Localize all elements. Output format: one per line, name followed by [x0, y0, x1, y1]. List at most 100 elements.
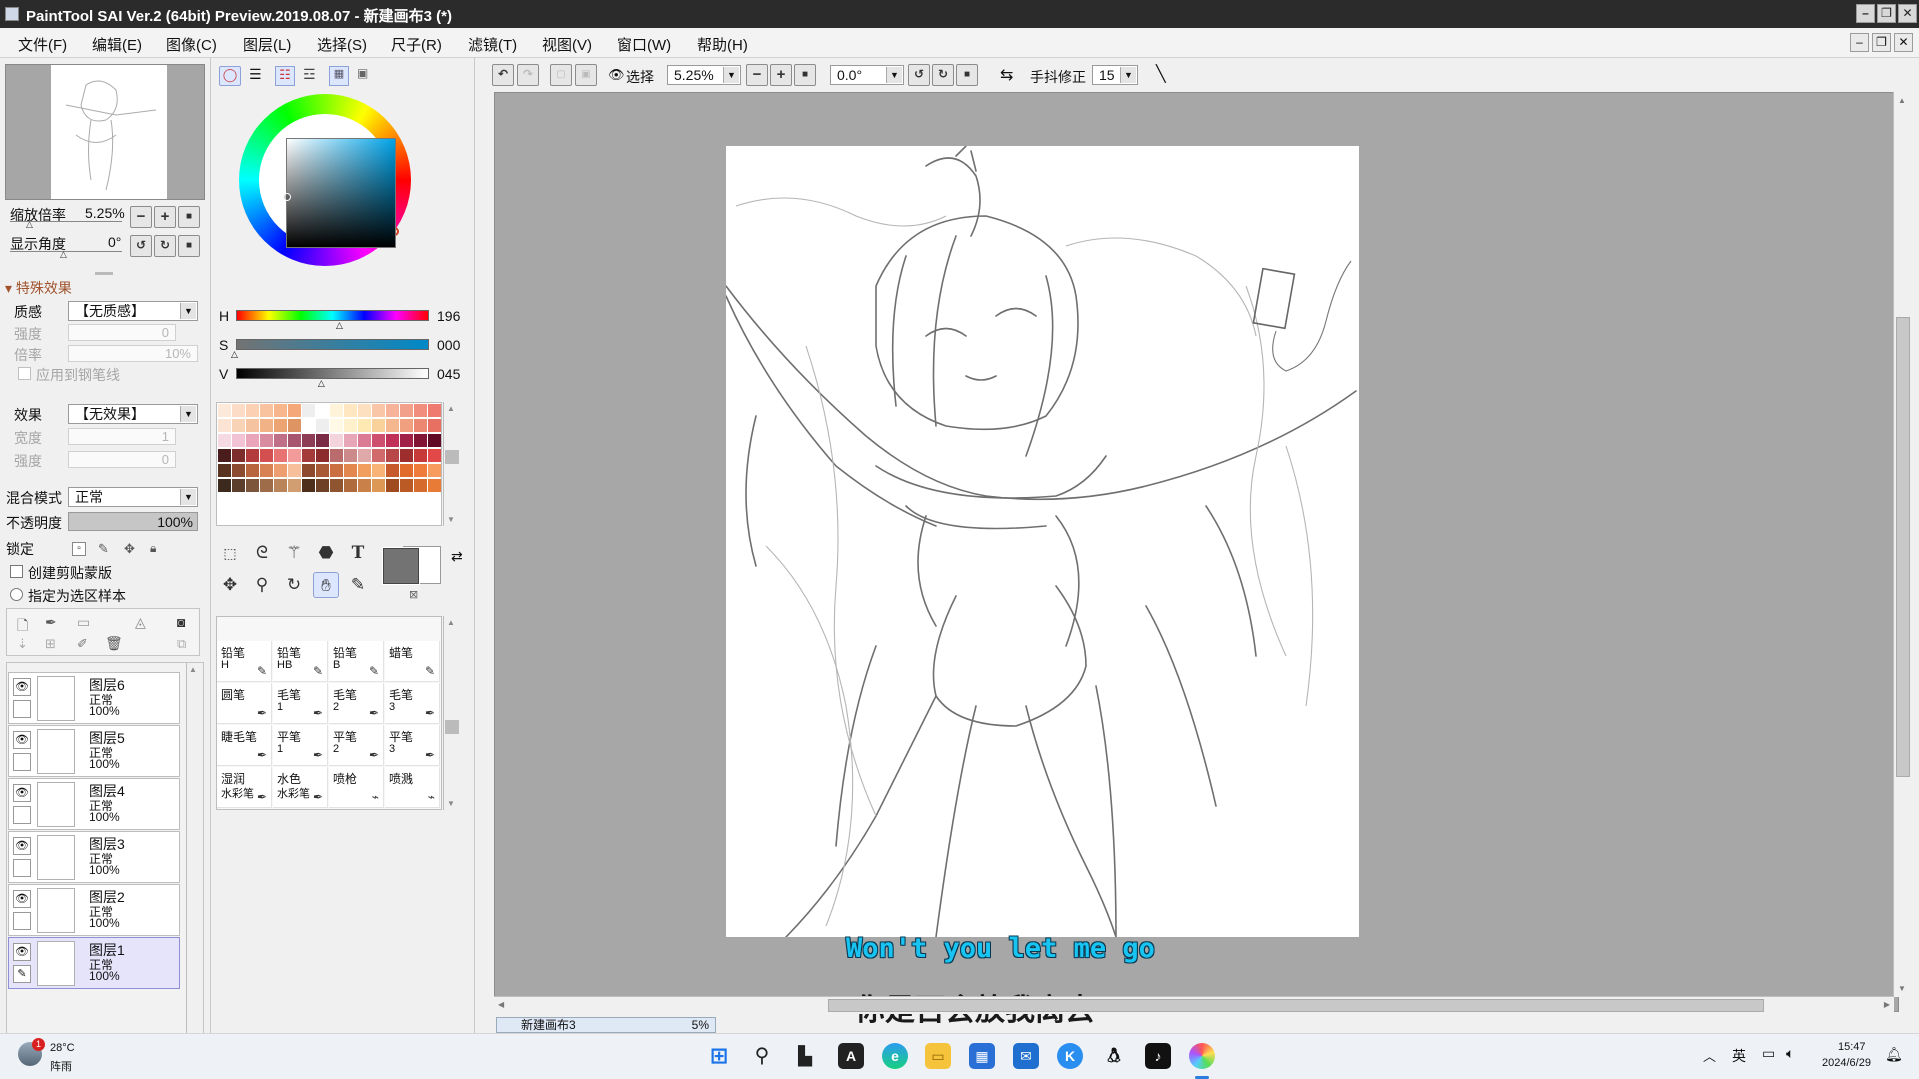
- color-swatch[interactable]: [316, 404, 329, 417]
- zoom-in-button[interactable]: +: [154, 206, 176, 228]
- layer-effect-icon[interactable]: ◬: [135, 614, 146, 631]
- brush-slot[interactable]: 铅笔 HB ✎: [273, 641, 328, 682]
- brush-slot[interactable]: 圆笔 ✒: [217, 683, 272, 724]
- color-swatch[interactable]: [330, 419, 343, 432]
- color-swatch[interactable]: [316, 434, 329, 447]
- text-tool-icon[interactable]: T: [345, 540, 371, 566]
- menu-select[interactable]: 选择(S): [317, 34, 367, 55]
- redo-button[interactable]: ↷: [517, 64, 539, 86]
- toolbar-rotate-right-button[interactable]: ↻: [932, 64, 954, 86]
- color-swatch[interactable]: [232, 404, 245, 417]
- toolbar-zoom-in-button[interactable]: +: [770, 64, 792, 86]
- menu-view[interactable]: 视图(V): [542, 34, 592, 55]
- color-swatch[interactable]: [400, 449, 413, 462]
- saturation-slider[interactable]: [236, 339, 429, 350]
- toolbar-zoom-out-button[interactable]: −: [746, 64, 768, 86]
- eye-icon[interactable]: 👁︎: [13, 678, 31, 696]
- color-swatch[interactable]: [386, 419, 399, 432]
- layer-link-box[interactable]: [13, 806, 31, 824]
- menu-window[interactable]: 窗口(W): [617, 34, 671, 55]
- mixer-mode-icon[interactable]: ☲: [303, 66, 316, 83]
- color-swatch[interactable]: [246, 434, 259, 447]
- rgb-slider-mode-icon[interactable]: ☰: [249, 66, 262, 83]
- strength-field[interactable]: 0: [68, 324, 176, 341]
- scroll-up-icon[interactable]: ▲: [1898, 96, 1906, 105]
- color-swatch[interactable]: [302, 479, 315, 492]
- swatch-grid[interactable]: [216, 402, 442, 526]
- rotate-right-button[interactable]: ↻: [154, 235, 176, 257]
- color-swatch[interactable]: [288, 464, 301, 477]
- qq-icon[interactable]: 🐧︎: [1101, 1043, 1127, 1069]
- color-swatch[interactable]: [232, 449, 245, 462]
- color-swatch[interactable]: [302, 404, 315, 417]
- color-swatch[interactable]: [400, 464, 413, 477]
- color-swatch[interactable]: [302, 449, 315, 462]
- color-swatch[interactable]: [344, 419, 357, 432]
- menu-image[interactable]: 图像(C): [166, 34, 217, 55]
- brush-slot[interactable]: 水色 水彩笔 ✒: [273, 767, 328, 808]
- toolbar-rotate-reset-button[interactable]: ■: [956, 64, 978, 86]
- canvas-paper[interactable]: [725, 145, 1359, 938]
- color-swatch[interactable]: [232, 479, 245, 492]
- color-swatch[interactable]: [428, 404, 441, 417]
- brush-scrollbar[interactable]: ▲ ▼: [443, 616, 460, 810]
- angle-slider-thumb[interactable]: △: [60, 249, 67, 260]
- pencil-icon[interactable]: ✎: [13, 965, 31, 983]
- color-swatch[interactable]: [358, 434, 371, 447]
- eye-icon[interactable]: 👁︎: [13, 784, 31, 802]
- canvas-hscroll-thumb[interactable]: [828, 999, 1764, 1012]
- eyedropper-tool-icon[interactable]: ✎: [345, 572, 371, 598]
- magic-wand-tool-icon[interactable]: ⚚: [281, 540, 307, 566]
- canvas-vertical-scrollbar[interactable]: ▲ ▼: [1893, 92, 1912, 997]
- layer-link-box[interactable]: [13, 753, 31, 771]
- scroll-down-icon[interactable]: ▼: [447, 515, 455, 524]
- chevron-up-icon[interactable]: ︿: [1703, 1046, 1716, 1065]
- hsv-slider-mode-icon[interactable]: ☷: [275, 66, 295, 86]
- color-swatch[interactable]: [400, 479, 413, 492]
- color-swatch[interactable]: [260, 434, 273, 447]
- swatch-scrollbar[interactable]: ▲ ▼: [443, 402, 460, 526]
- color-swatch[interactable]: [330, 449, 343, 462]
- rect-select-tool-icon[interactable]: ⬚: [217, 540, 243, 566]
- lock-paint-icon[interactable]: ✎: [98, 541, 109, 557]
- color-swatch[interactable]: [372, 464, 385, 477]
- maximize-button[interactable]: ❐: [1877, 4, 1896, 23]
- shape-tool-icon[interactable]: ⬣: [313, 540, 339, 566]
- search-icon[interactable]: ⚲: [749, 1043, 775, 1069]
- color-swatch[interactable]: [372, 479, 385, 492]
- color-swatch[interactable]: [386, 479, 399, 492]
- color-swatch[interactable]: [400, 404, 413, 417]
- brush-slot[interactable]: 平笔 2 ✒: [329, 725, 384, 766]
- microsoft-store-icon[interactable]: ▦: [969, 1043, 995, 1069]
- swap-colors-icon[interactable]: ⇄: [451, 548, 463, 565]
- color-swatch[interactable]: [232, 419, 245, 432]
- color-swatch[interactable]: [218, 479, 231, 492]
- layer-row[interactable]: 👁︎ ✎ 图层1 正常 100%: [8, 937, 180, 989]
- scroll-right-icon[interactable]: ▶: [1884, 1000, 1890, 1009]
- color-swatch[interactable]: [316, 419, 329, 432]
- menu-filter[interactable]: 滤镜(T): [468, 34, 517, 55]
- brush-slot[interactable]: 铅笔 H ✎: [217, 641, 272, 682]
- color-swatch[interactable]: [372, 404, 385, 417]
- clipping-checkbox[interactable]: [10, 565, 23, 578]
- color-swatch[interactable]: [288, 419, 301, 432]
- opacity-slider[interactable]: 100%: [68, 512, 198, 531]
- color-swatch[interactable]: [218, 434, 231, 447]
- document-tab[interactable]: 新建画布3 5%: [496, 1017, 716, 1033]
- layer-row[interactable]: 👁︎ 图层5 正常 100%: [8, 725, 180, 777]
- color-swatch[interactable]: [414, 479, 427, 492]
- color-swatch[interactable]: [358, 404, 371, 417]
- mail-icon[interactable]: ✉: [1013, 1043, 1039, 1069]
- file-explorer-icon[interactable]: ▭: [925, 1043, 951, 1069]
- foreground-color-swatch[interactable]: [382, 547, 420, 585]
- color-swatch[interactable]: [344, 479, 357, 492]
- toolbar-zoom-reset-button[interactable]: ■: [794, 64, 816, 86]
- color-swatch[interactable]: [358, 464, 371, 477]
- scroll-up-icon[interactable]: ▲: [447, 618, 455, 627]
- color-swatch[interactable]: [358, 479, 371, 492]
- layer-link-box[interactable]: [13, 859, 31, 877]
- scale-field[interactable]: 10%: [68, 345, 198, 362]
- brush-slot[interactable]: 平笔 3 ✒: [385, 725, 440, 766]
- effect-strength-field[interactable]: 0: [68, 451, 176, 468]
- color-swatch[interactable]: [274, 434, 287, 447]
